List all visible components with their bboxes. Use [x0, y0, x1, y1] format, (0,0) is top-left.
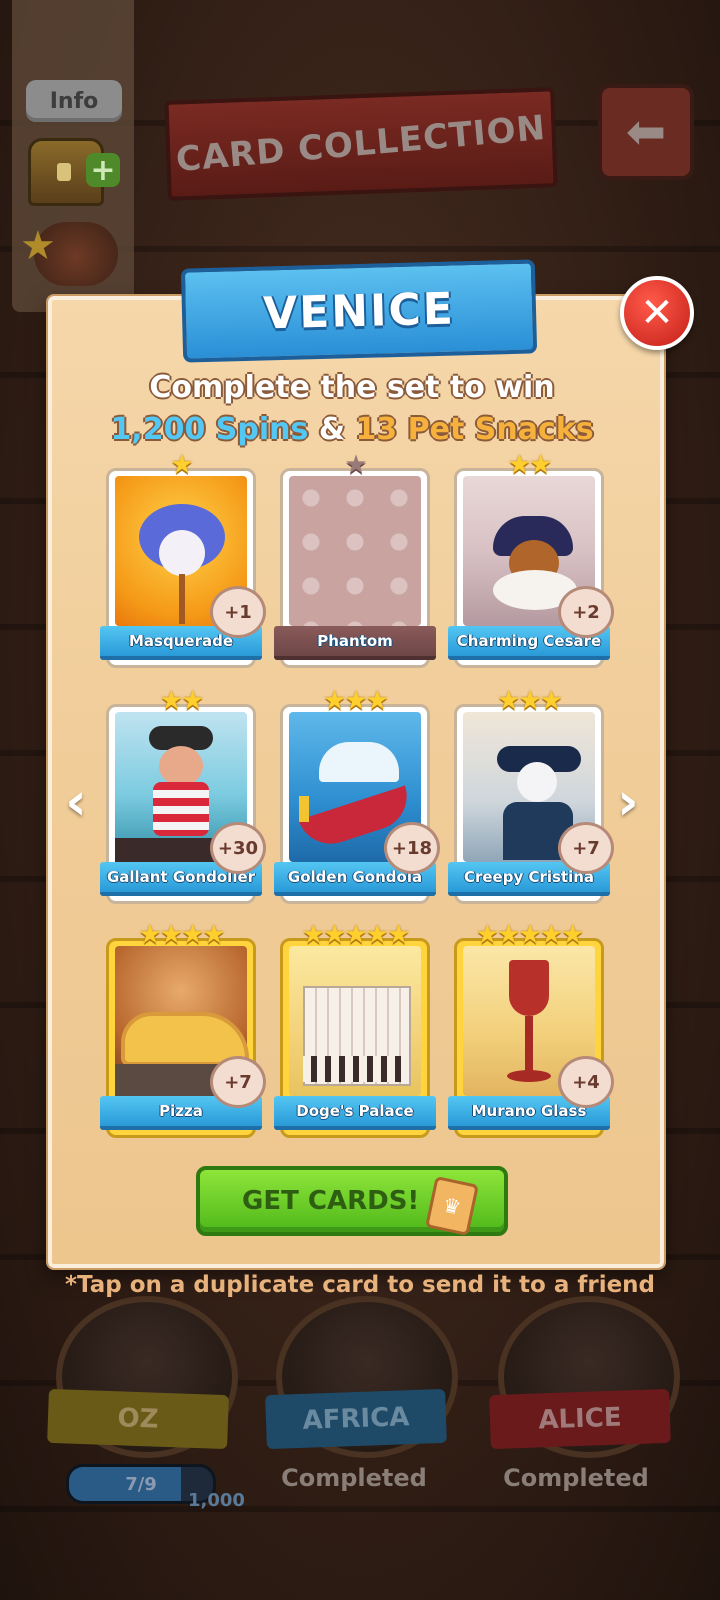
rarity-stars: ★★★★★	[475, 920, 585, 950]
get-cards-button[interactable]: GET CARDS! ♛	[196, 1166, 508, 1237]
duplicate-badge[interactable]: +18	[384, 822, 440, 874]
striped-shirt-icon	[153, 782, 209, 836]
glass-stem-icon	[525, 1016, 533, 1072]
plus-icon[interactable]: +	[86, 153, 120, 188]
reward-details: 1,200 Spins & 13 Pet Snacks	[48, 412, 656, 447]
reward-spins: 1,200 Spins	[110, 412, 309, 447]
card-charming-cesare[interactable]: ★★ Charming Cesare +2	[448, 452, 614, 668]
rarity-stars: ★	[344, 450, 367, 480]
card-golden-gondola[interactable]: ★★★ Golden Gondola +18	[274, 688, 440, 904]
face-icon	[159, 746, 203, 786]
rarity-stars: ★★★	[497, 686, 563, 716]
page-title: CARD COLLECTION	[174, 107, 548, 181]
card-gallant-gondolier[interactable]: ★★ Gallant Gondolier +30	[100, 688, 266, 904]
info-button[interactable]: Info	[26, 80, 122, 122]
next-set-arrow-icon[interactable]: ›	[608, 772, 648, 832]
status-alice: Completed	[503, 1464, 649, 1492]
card-doges-palace[interactable]: ★★★★★ Doge's Palace	[274, 922, 436, 1138]
set-reward-amount: 1,000	[188, 1490, 245, 1511]
set-name-africa: AFRICA	[265, 1388, 447, 1450]
reward-amp: &	[318, 412, 345, 447]
stick-icon	[179, 574, 185, 624]
back-button[interactable]: ⬅	[598, 84, 694, 180]
star-icon: ★	[20, 223, 56, 269]
status-africa: Completed	[281, 1464, 427, 1492]
card-name: Doge's Palace	[274, 1096, 436, 1130]
rarity-stars: ★	[170, 450, 193, 480]
card-back-crown-pattern	[289, 476, 421, 626]
glass-base-icon	[507, 1070, 551, 1082]
mask-icon	[159, 530, 205, 576]
duplicate-badge[interactable]: +1	[210, 586, 266, 638]
duplicate-badge[interactable]: +4	[558, 1056, 614, 1108]
duplicate-badge[interactable]: +2	[558, 586, 614, 638]
get-cards-label: GET CARDS!	[242, 1186, 420, 1216]
arches-icon	[303, 1056, 407, 1082]
reward-text: Complete the set to win	[149, 370, 555, 405]
rarity-stars: ★★★	[323, 686, 389, 716]
card-phantom[interactable]: ★ Phantom	[274, 452, 436, 668]
card-murano-glass[interactable]: ★★★★★ Murano Glass +4	[448, 922, 614, 1138]
back-arrow-icon: ⬅	[625, 104, 667, 160]
lock-icon	[57, 163, 71, 181]
duplicate-badge[interactable]: +7	[210, 1056, 266, 1108]
close-icon: ✕	[640, 290, 674, 336]
title-ribbon: CARD COLLECTION	[164, 87, 558, 201]
card-creepy-cristina[interactable]: ★★★ Creepy Cristina +7	[448, 688, 614, 904]
canopy-icon	[319, 742, 399, 782]
card-name: Phantom	[274, 626, 436, 660]
duplicate-badge[interactable]: +7	[558, 822, 614, 874]
set-name-oz: OZ	[47, 1388, 229, 1450]
close-button[interactable]: ✕	[620, 276, 694, 350]
set-banner: VENICE	[180, 259, 538, 363]
gold-ornament-icon	[299, 796, 309, 822]
rarity-stars: ★★	[159, 686, 205, 716]
duplicate-badge[interactable]: +30	[210, 822, 266, 874]
rarity-stars: ★★	[507, 450, 553, 480]
card-art	[289, 946, 421, 1096]
mask-icon	[517, 762, 557, 802]
duplicate-hint: *Tap on a duplicate card to send it to a…	[64, 1272, 656, 1298]
cards-icon: ♛	[425, 1175, 479, 1237]
reward-snacks: 13 Pet Snacks	[355, 412, 594, 447]
rarity-stars: ★★★★★	[301, 920, 411, 950]
rarity-stars: ★★★★	[138, 920, 225, 950]
card-pizza[interactable]: ★★★★ Pizza +7	[100, 922, 266, 1138]
glass-cup-icon	[509, 960, 549, 1016]
card-masquerade[interactable]: ★ Masquerade +1	[100, 452, 266, 668]
set-name: VENICE	[262, 283, 456, 339]
prev-set-arrow-icon[interactable]: ‹	[56, 772, 96, 832]
set-name-alice: ALICE	[489, 1388, 671, 1450]
